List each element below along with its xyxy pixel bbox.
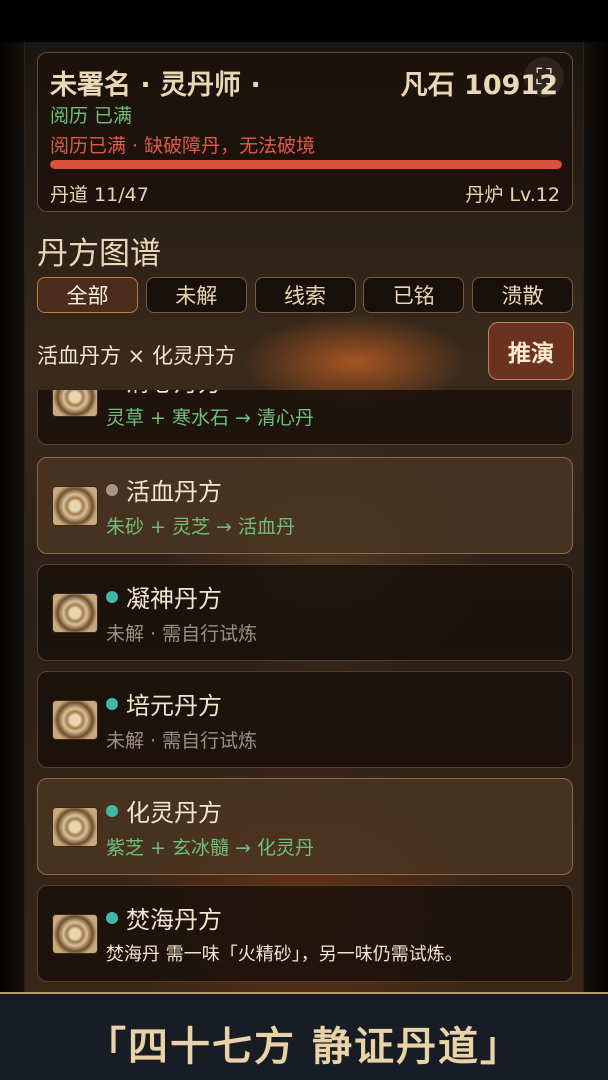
- recipe-formula: 朱砂 + 灵芝 → 活血丹: [106, 516, 295, 538]
- recipe-card[interactable]: 活血丹方 朱砂 + 灵芝 → 活血丹: [37, 457, 573, 554]
- left-border: [0, 42, 24, 992]
- status-dot: [106, 805, 118, 817]
- section-title: 丹方图谱: [37, 236, 161, 272]
- recipe-card[interactable]: 焚海丹方 焚海丹 需一味「火精砂」，另一味仍需试炼。: [37, 885, 573, 982]
- experience-bar-fill: [50, 160, 562, 169]
- tab-all[interactable]: 全部: [37, 277, 138, 313]
- recipe-hint: 未解 · 需自行试炼: [106, 623, 258, 645]
- recipe-list[interactable]: 清心丹方 灵草 + 寒水石 → 清心丹 活血丹方 朱砂 + 灵芝 → 活血丹 凝…: [24, 390, 584, 990]
- status-dot: [106, 591, 118, 603]
- recipe-title: 化灵丹方: [126, 799, 222, 827]
- recipe-card[interactable]: 化灵丹方 紫芝 + 玄冰髓 → 化灵丹: [37, 778, 573, 875]
- recipe-title: 培元丹方: [126, 692, 222, 720]
- recipe-scroll-icon: [52, 593, 98, 633]
- recipe-scroll-icon: [52, 700, 98, 740]
- status-dot: [106, 698, 118, 710]
- selected-combination: 活血丹方 × 化灵丹方: [37, 344, 236, 368]
- expand-icon[interactable]: ⛶: [524, 57, 564, 97]
- status-dot: [106, 484, 118, 496]
- recipe-hint: 未解 · 需自行试炼: [106, 730, 258, 752]
- tab-inscribed[interactable]: 已铭: [363, 277, 465, 313]
- recipe-clue: 焚海丹 需一味「火精砂」，另一味仍需试炼。: [106, 944, 463, 965]
- breakthrough-warning: 阅历已满 · 缺破障丹，无法破境: [50, 135, 316, 157]
- recipe-title: 活血丹方: [126, 478, 222, 506]
- recipe-formula: 灵草 + 寒水石 → 清心丹: [106, 407, 314, 429]
- recipe-title: 凝神丹方: [126, 585, 222, 613]
- tab-collapsed[interactable]: 溃散: [472, 277, 573, 313]
- deduce-button[interactable]: 推演: [488, 322, 574, 380]
- recipe-title: 清心丹方: [126, 390, 222, 398]
- tab-clues[interactable]: 线索: [254, 277, 356, 313]
- recipe-scroll-icon: [52, 390, 98, 417]
- player-title: 未署名 · 灵丹师 ·: [50, 70, 261, 101]
- recipe-card[interactable]: 凝神丹方 未解 · 需自行试炼: [37, 564, 573, 661]
- tab-unsolved[interactable]: 未解: [145, 277, 247, 313]
- footer-banner: 「四十七方 静证丹道」: [0, 992, 608, 1080]
- recipe-card[interactable]: 清心丹方 灵草 + 寒水石 → 清心丹: [37, 390, 573, 445]
- furnace-level: 丹炉 Lv.12: [465, 184, 560, 206]
- recipe-scroll-icon: [52, 914, 98, 954]
- right-border: [584, 42, 608, 992]
- experience-bar: [50, 160, 562, 169]
- recipe-scroll-icon: [52, 486, 98, 526]
- status-dot: [106, 912, 118, 924]
- filter-tabs: 全部 未解 线索 已铭 溃散: [37, 277, 573, 313]
- experience-status: 阅历 已满: [50, 105, 133, 127]
- recipe-title: 焚海丹方: [126, 906, 222, 934]
- top-bar: [0, 0, 608, 42]
- player-status-card: 未署名 · 灵丹师 · 凡石 10912 ⛶ 阅历 已满 阅历已满 · 缺破障丹…: [37, 52, 573, 212]
- recipe-card[interactable]: 培元丹方 未解 · 需自行试炼: [37, 671, 573, 768]
- recipe-scroll-icon: [52, 807, 98, 847]
- dan-dao-progress: 丹道 11/47: [50, 184, 149, 206]
- recipe-formula: 紫芝 + 玄冰髓 → 化灵丹: [106, 837, 314, 859]
- footer-slogan: 「四十七方 静证丹道」: [86, 1023, 522, 1070]
